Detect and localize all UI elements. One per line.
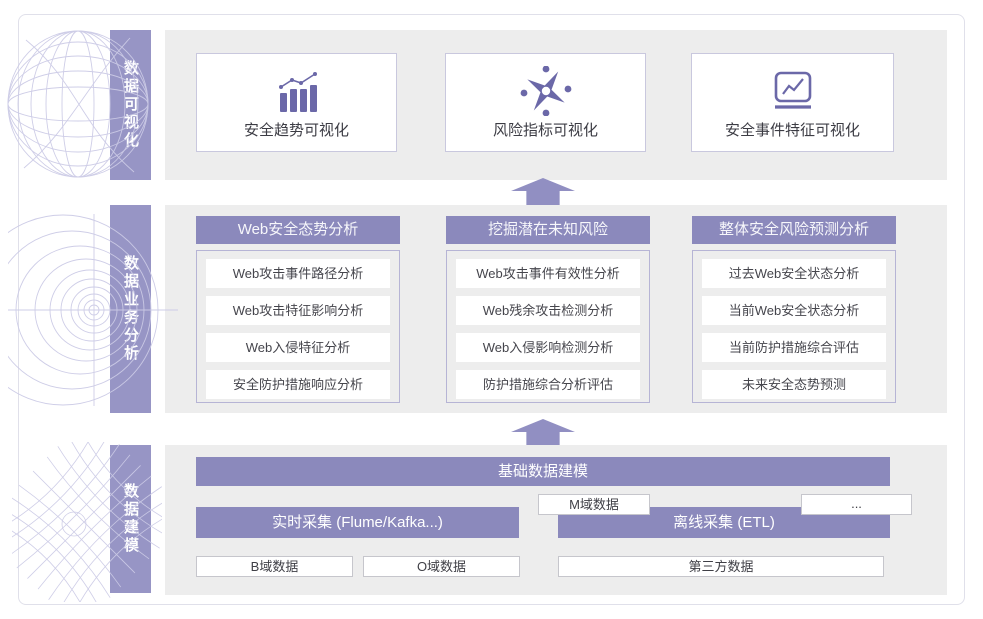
analysis-item: Web入侵特征分析 bbox=[206, 333, 390, 362]
analysis-item: 防护措施综合分析评估 bbox=[456, 370, 640, 399]
analysis-item: Web残余攻击检测分析 bbox=[456, 296, 640, 325]
visualization-band: 数据可视化 bbox=[110, 30, 151, 180]
analysis-col1-header: Web安全态势分析 bbox=[196, 216, 400, 244]
analysis-item: 过去Web安全状态分析 bbox=[702, 259, 886, 288]
visualization-band-label: 数据可视化 bbox=[123, 60, 138, 150]
modeling-band-label: 数据建模 bbox=[123, 483, 138, 555]
analysis-band: 数据业务分析 bbox=[110, 205, 151, 413]
analysis-item: Web入侵影响检测分析 bbox=[456, 333, 640, 362]
analysis-item: 当前防护措施综合评估 bbox=[702, 333, 886, 362]
compass-icon bbox=[446, 67, 645, 115]
card-label: 安全趋势可视化 bbox=[197, 119, 396, 140]
architecture-diagram: 数据可视化 bbox=[0, 0, 983, 619]
more-data-box: ... bbox=[801, 494, 912, 515]
analysis-item: 未来安全态势预测 bbox=[702, 370, 886, 399]
card-security-trend: 安全趋势可视化 bbox=[196, 53, 397, 152]
b-domain-data-box: B域数据 bbox=[196, 556, 353, 577]
analysis-col2-body: Web攻击事件有效性分析 Web残余攻击检测分析 Web入侵影响检测分析 防护措… bbox=[446, 250, 650, 403]
card-label: 风险指标可视化 bbox=[446, 119, 645, 140]
o-domain-data-box: O域数据 bbox=[363, 556, 520, 577]
analysis-col1-body: Web攻击事件路径分析 Web攻击特征影响分析 Web入侵特征分析 安全防护措施… bbox=[196, 250, 400, 403]
analysis-item: Web攻击事件有效性分析 bbox=[456, 259, 640, 288]
third-party-data-box: 第三方数据 bbox=[558, 556, 884, 577]
analysis-col3-header: 整体安全风险预测分析 bbox=[692, 216, 896, 244]
analysis-band-label: 数据业务分析 bbox=[123, 255, 138, 363]
card-event-feature: 安全事件特征可视化 bbox=[691, 53, 894, 152]
base-modeling-label: 基础数据建模 bbox=[498, 463, 588, 480]
base-modeling-bar: 基础数据建模 bbox=[196, 457, 890, 486]
modeling-band: 数据建模 bbox=[110, 445, 151, 593]
realtime-collect-bar: 实时采集 (Flume/Kafka...) bbox=[196, 507, 519, 538]
offline-collect-label: 离线采集 (ETL) bbox=[673, 514, 775, 531]
m-domain-data-box: M域数据 bbox=[538, 494, 650, 515]
analysis-item: 当前Web安全状态分析 bbox=[702, 296, 886, 325]
monitor-chart-icon bbox=[692, 67, 893, 115]
card-risk-indicator: 风险指标可视化 bbox=[445, 53, 646, 152]
analysis-item: 安全防护措施响应分析 bbox=[206, 370, 390, 399]
analysis-col2-header: 挖掘潜在未知风险 bbox=[446, 216, 650, 244]
analysis-item: Web攻击事件路径分析 bbox=[206, 259, 390, 288]
realtime-collect-label: 实时采集 (Flume/Kafka...) bbox=[272, 514, 443, 531]
bar-chart-icon bbox=[197, 67, 396, 115]
card-label: 安全事件特征可视化 bbox=[692, 119, 893, 140]
analysis-col3-body: 过去Web安全状态分析 当前Web安全状态分析 当前防护措施综合评估 未来安全态… bbox=[692, 250, 896, 403]
analysis-item: Web攻击特征影响分析 bbox=[206, 296, 390, 325]
